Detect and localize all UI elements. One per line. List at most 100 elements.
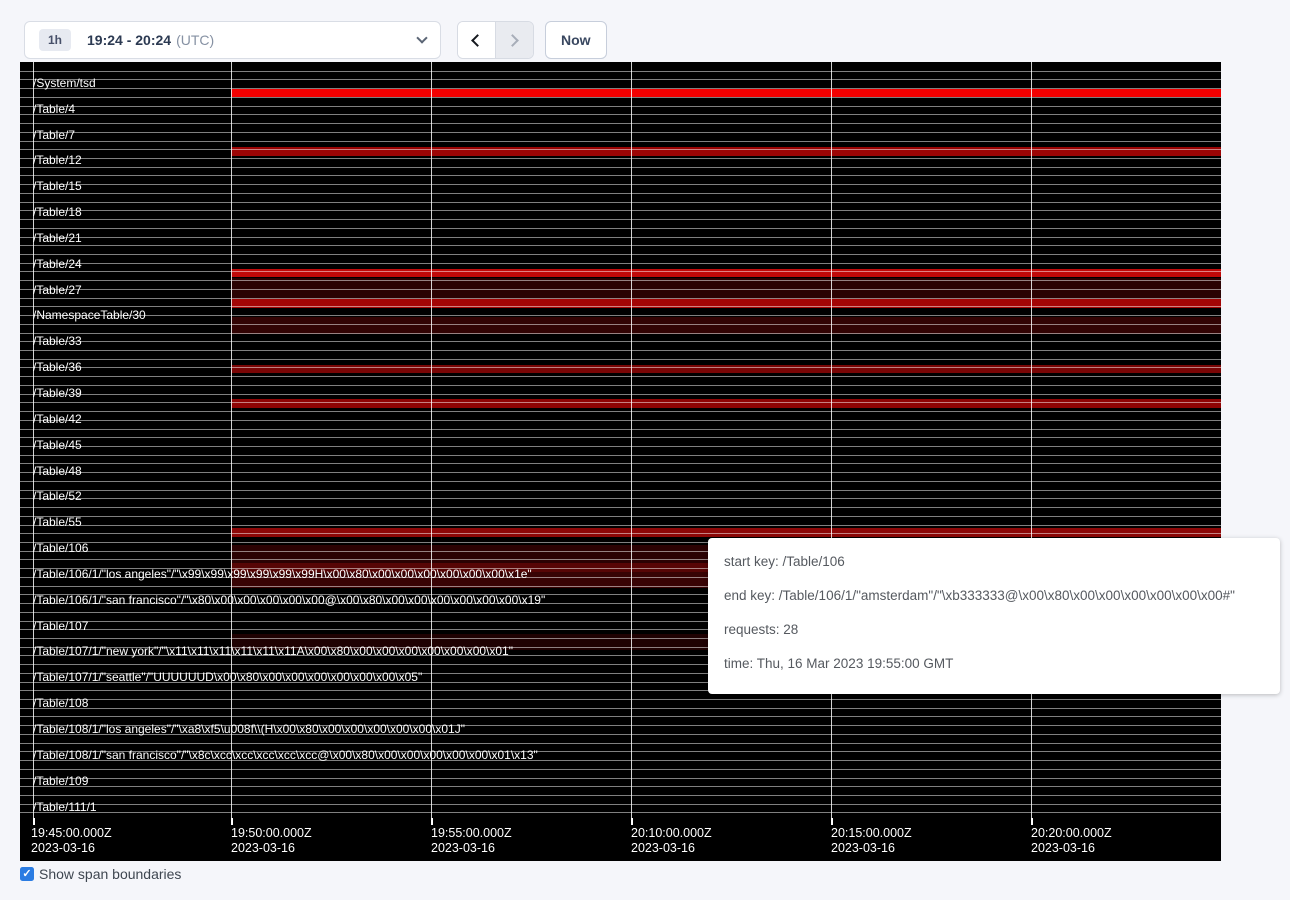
span-boundary-line [20, 402, 1221, 403]
heat-band [231, 365, 1221, 374]
range-duration-badge: 1h [39, 29, 71, 51]
span-boundary-line [20, 158, 1221, 159]
span-boundary-line [20, 175, 1221, 176]
x-axis-tick [33, 818, 35, 825]
tooltip-requests: requests: 28 [724, 613, 1264, 647]
x-axis-label: 19:50:00.000Z 2023-03-16 [231, 826, 312, 856]
key-label: /Table/108/1/"los angeles"/"\xa8\xf5\u00… [33, 723, 465, 735]
span-boundary-line [20, 367, 1221, 368]
x-axis-tick [631, 818, 633, 825]
key-label: /Table/107/1/"new york"/"\x11\x11\x11\x1… [33, 645, 513, 657]
span-boundary-line [20, 341, 1221, 342]
span-boundary-line [20, 149, 1221, 150]
show-span-boundaries-toggle[interactable]: ✓ Show span boundaries [20, 866, 181, 882]
span-boundary-line [20, 481, 1221, 482]
span-boundary-line [20, 167, 1221, 168]
time-range-select[interactable]: 1h 19:24 - 20:24 (UTC) [24, 21, 441, 59]
span-boundary-line [20, 97, 1221, 98]
time-gridline [631, 62, 632, 818]
key-visualizer[interactable]: /System/tsd/Table/4/Table/7/Table/12/Tab… [20, 62, 1221, 861]
span-boundary-line [20, 490, 1221, 491]
checkbox-checked-icon[interactable]: ✓ [20, 867, 34, 881]
heat-band [231, 89, 1221, 98]
key-label: /Table/106/1/"san francisco"/"\x80\x00\x… [33, 594, 545, 606]
checkbox-label: Show span boundaries [39, 866, 181, 882]
span-boundary-line [20, 525, 1221, 526]
span-boundary-line [20, 533, 1221, 534]
time-nav-group [457, 21, 534, 59]
span-tooltip: start key: /Table/106 end key: /Table/10… [708, 538, 1280, 694]
span-boundary-line [20, 280, 1221, 281]
range-timezone: (UTC) [176, 32, 214, 48]
span-boundary-line [20, 141, 1221, 142]
x-axis-tick [431, 818, 433, 825]
tooltip-start-key: start key: /Table/106 [724, 545, 1264, 579]
tooltip-time: time: Thu, 16 Mar 2023 19:55:00 GMT [724, 647, 1264, 681]
key-label: /Table/107/1/"seattle"/"UUUUUUD\x00\x80\… [33, 671, 422, 683]
span-boundary-line [20, 193, 1221, 194]
span-boundary-line [20, 79, 1221, 80]
x-axis-label: 19:55:00.000Z 2023-03-16 [431, 826, 512, 856]
key-label: /Table/45 [33, 439, 82, 451]
span-boundary-line [20, 106, 1221, 107]
span-boundary-line [20, 420, 1221, 421]
span-boundary-line [20, 437, 1221, 438]
key-label: /Table/108 [33, 697, 88, 709]
x-axis-label: 20:20:00.000Z 2023-03-16 [1031, 826, 1112, 856]
span-boundary-line [20, 114, 1221, 115]
key-label: /Table/33 [33, 335, 82, 347]
span-boundary-line [20, 743, 1221, 744]
span-boundary-line [20, 298, 1221, 299]
span-boundary-line [20, 219, 1221, 220]
key-label: /Table/24 [33, 258, 82, 270]
x-axis-label: 20:10:00.000Z 2023-03-16 [631, 826, 712, 856]
x-axis-label: 20:15:00.000Z 2023-03-16 [831, 826, 912, 856]
key-label: /Table/106/1/"los angeles"/"\x99\x99\x99… [33, 568, 532, 580]
span-boundary-line [20, 463, 1221, 464]
span-boundary-line [20, 778, 1221, 779]
span-boundary-line [20, 254, 1221, 255]
key-label: /Table/109 [33, 775, 88, 787]
span-boundary-line [20, 429, 1221, 430]
span-boundary-line [20, 289, 1221, 290]
key-label: /Table/108/1/"san francisco"/"\x8c\xcc\x… [33, 749, 538, 761]
span-boundary-line [20, 376, 1221, 377]
span-boundary-line [20, 498, 1221, 499]
span-boundary-line [20, 507, 1221, 508]
x-axis-tick [1031, 818, 1033, 825]
key-label: /Table/111/1 [33, 801, 97, 813]
span-boundary-line [20, 804, 1221, 805]
span-boundary-line [20, 324, 1221, 325]
time-gridline [831, 62, 832, 818]
span-boundary-line [20, 71, 1221, 72]
key-label: /Table/7 [33, 129, 75, 141]
heat-band [231, 269, 1221, 278]
next-range-button[interactable] [496, 22, 534, 58]
tooltip-end-key: end key: /Table/106/1/"amsterdam"/"\xb33… [724, 579, 1264, 613]
span-boundary-line [20, 210, 1221, 211]
now-button[interactable]: Now [545, 21, 607, 59]
span-boundary-line [20, 228, 1221, 229]
span-boundary-line [20, 411, 1221, 412]
span-boundary-line [20, 350, 1221, 351]
key-label: /NamespaceTable/30 [33, 309, 146, 321]
key-label: /Table/52 [33, 490, 82, 502]
span-boundary-line [20, 132, 1221, 133]
span-boundary-line [20, 271, 1221, 272]
span-boundary-line [20, 184, 1221, 185]
span-boundary-line [20, 237, 1221, 238]
chevron-left-icon [471, 34, 484, 47]
span-boundary-line [20, 769, 1221, 770]
previous-range-button[interactable] [458, 22, 496, 58]
span-boundary-line [20, 699, 1221, 700]
x-axis-tick [831, 818, 833, 825]
span-boundary-line [20, 394, 1221, 395]
span-boundary-line [20, 359, 1221, 360]
span-boundary-line [20, 88, 1221, 89]
heat-band [231, 399, 1221, 408]
chevron-down-icon [416, 32, 427, 43]
span-boundary-line [20, 472, 1221, 473]
key-label: /Table/36 [33, 361, 82, 373]
key-label: /Table/48 [33, 465, 82, 477]
span-boundary-line [20, 306, 1221, 307]
